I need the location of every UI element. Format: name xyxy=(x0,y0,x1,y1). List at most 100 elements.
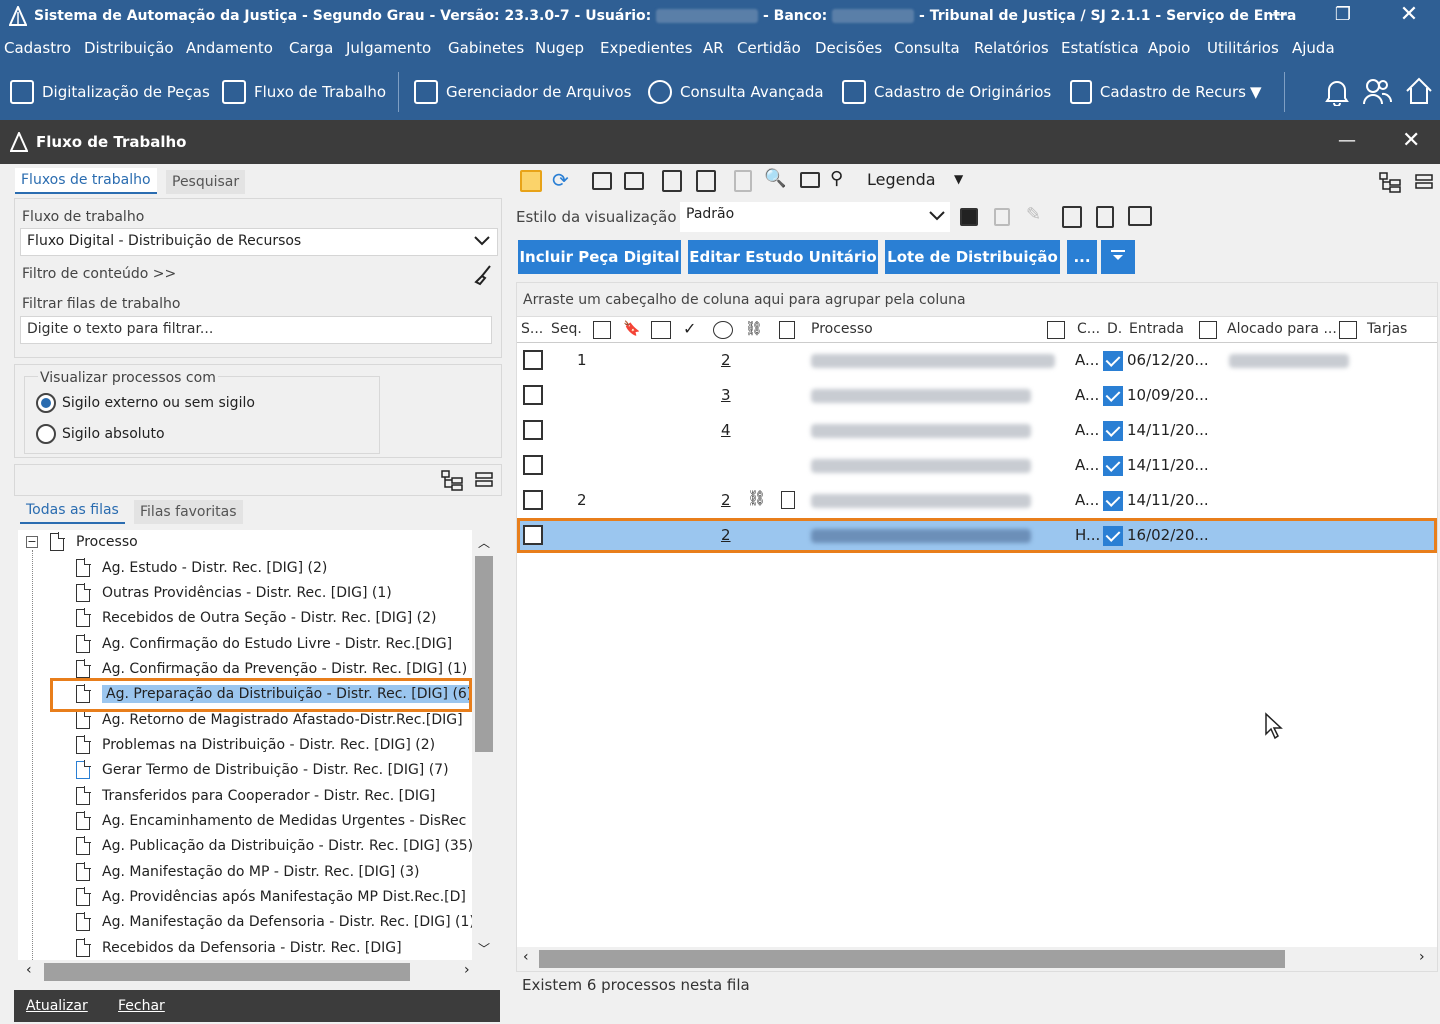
toolbar-digitalizacao[interactable]: Digitalização de Peças xyxy=(10,76,210,108)
collapse-node-button[interactable]: − xyxy=(26,536,38,548)
copy-icon[interactable] xyxy=(592,172,612,190)
col-alocado-filter-button[interactable] xyxy=(1339,321,1357,339)
row-checkbox[interactable] xyxy=(523,420,543,440)
excel-icon[interactable] xyxy=(1062,206,1082,228)
users-icon[interactable] xyxy=(1362,76,1393,110)
tree-item[interactable]: Ag. Encaminhamento de Medidas Urgentes -… xyxy=(76,809,466,833)
tree-item[interactable]: Transferidos para Cooperador - Distr. Re… xyxy=(76,784,435,808)
link-column-icon[interactable]: ⛓ xyxy=(745,321,763,337)
col-s[interactable]: S... xyxy=(521,321,543,345)
menu-estatistica[interactable]: Estatística xyxy=(1061,39,1139,57)
filtrar-input[interactable]: Digite o texto para filtrar... xyxy=(20,316,492,344)
chevron-right-icon[interactable]: › xyxy=(464,962,470,978)
menu-consulta[interactable]: Consulta xyxy=(894,39,960,57)
row-d-checkbox[interactable] xyxy=(1103,351,1123,371)
tab-todas-filas[interactable]: Todas as filas xyxy=(20,498,125,524)
tree-item[interactable]: Problemas na Distribuição - Distr. Rec. … xyxy=(76,733,435,757)
col-seq-filter-button[interactable] xyxy=(593,321,611,339)
tree-item[interactable]: Gerar Termo de Distribuição - Distr. Rec… xyxy=(76,758,449,782)
tree-item[interactable]: Outras Providências - Distr. Rec. [DIG] … xyxy=(76,581,392,605)
row-checkbox[interactable] xyxy=(523,525,543,545)
row-checkbox[interactable] xyxy=(523,455,543,475)
row-d-checkbox[interactable] xyxy=(1103,491,1123,511)
table-row-selected[interactable]: 2 H... 16/02/20... xyxy=(517,518,1437,553)
row-checkbox[interactable] xyxy=(523,490,543,510)
atualizar-button[interactable]: Atualizar xyxy=(26,998,88,1014)
close-button[interactable]: ✕ xyxy=(1386,0,1432,34)
col-processo-filter-button[interactable] xyxy=(1047,321,1065,339)
list-document-icon[interactable] xyxy=(1096,206,1114,228)
tree-root-processo[interactable]: Processo xyxy=(50,530,138,554)
col-alocado[interactable]: Alocado para ... xyxy=(1227,321,1337,345)
row-d-checkbox[interactable] xyxy=(1103,526,1123,546)
save-icon[interactable] xyxy=(960,208,978,226)
row-num-link[interactable]: 2 xyxy=(721,351,731,369)
table-row[interactable]: 1 2 A... 06/12/20... xyxy=(517,343,1437,378)
table-row[interactable]: 2 2 ⛓ A... 14/11/20... xyxy=(517,483,1437,518)
table-row[interactable]: 3 A... 10/09/20... xyxy=(517,378,1437,413)
tree-horizontal-scrollbar[interactable]: ‹ › xyxy=(18,960,496,984)
bookmark-icon[interactable]: 🔖 xyxy=(623,321,640,337)
users-column-icon[interactable] xyxy=(713,321,733,339)
collapse-tree-icon[interactable] xyxy=(474,471,494,493)
group-by-area[interactable]: Arraste um cabeçalho de coluna aqui para… xyxy=(517,283,1437,317)
scrollbar-thumb[interactable] xyxy=(539,950,1285,968)
copy-column-icon[interactable] xyxy=(651,321,671,339)
lote-distribuicao-button[interactable]: Lote de Distribuição xyxy=(885,240,1060,274)
pin-search-icon[interactable]: ⚲ xyxy=(830,168,843,189)
menu-certidao[interactable]: Certidão xyxy=(737,39,801,57)
home-icon[interactable] xyxy=(1404,76,1434,110)
menu-distribuicao[interactable]: Distribuição xyxy=(84,39,174,57)
row-d-checkbox[interactable] xyxy=(1103,421,1123,441)
bell-icon[interactable] xyxy=(1324,78,1350,110)
restore-button[interactable]: ❐ xyxy=(1320,0,1366,34)
tree-item[interactable]: Ag. Confirmação do Estudo Livre - Distr.… xyxy=(76,632,452,656)
paste-icon[interactable] xyxy=(696,170,716,192)
chevron-down-icon[interactable]: ﹀ xyxy=(478,940,490,957)
row-num-link[interactable]: 4 xyxy=(721,421,731,439)
new-document-icon[interactable] xyxy=(520,170,542,192)
table-row[interactable]: A... 14/11/20... xyxy=(517,448,1437,483)
broom-icon[interactable] xyxy=(472,264,494,290)
estilo-select[interactable]: Padrão xyxy=(680,202,950,232)
tab-pesquisar[interactable]: Pesquisar xyxy=(166,170,246,194)
toolbar-consulta[interactable]: Consulta Avançada xyxy=(648,76,824,108)
comment-icon[interactable] xyxy=(800,172,820,188)
chevron-left-icon[interactable]: ‹ xyxy=(523,949,529,965)
row-checkbox[interactable] xyxy=(523,385,543,405)
scrollbar-thumb[interactable] xyxy=(44,963,410,981)
menu-gabinetes[interactable]: Gabinetes xyxy=(448,39,524,57)
row-num-link[interactable]: 3 xyxy=(721,386,731,404)
tree-item[interactable]: Ag. Publicação da Distribuição - Distr. … xyxy=(76,834,473,858)
filtro-conteudo-link[interactable]: Filtro de conteúdo >> xyxy=(22,266,176,282)
fechar-button[interactable]: Fechar xyxy=(118,998,165,1014)
legenda-dropdown[interactable]: Legenda xyxy=(867,170,936,189)
col-seq[interactable]: Seq. xyxy=(551,321,582,345)
toolbar-gerenciador[interactable]: Gerenciador de Arquivos xyxy=(414,76,631,108)
col-c[interactable]: C... xyxy=(1077,321,1100,345)
tab-filas-favoritas[interactable]: Filas favoritas xyxy=(134,500,243,524)
incluir-peca-button[interactable]: Incluir Peça Digital xyxy=(518,240,681,274)
tree-item[interactable]: Recebidos da Defensoria - Distr. Rec. [D… xyxy=(76,936,402,960)
menu-utilitarios[interactable]: Utilitários xyxy=(1207,39,1279,57)
tree-item[interactable]: Ag. Manifestação do MP - Distr. Rec. [DI… xyxy=(76,860,419,884)
expand-tree-icon[interactable] xyxy=(440,469,464,495)
search-document-icon[interactable]: 🔍 xyxy=(764,168,786,189)
menu-ajuda[interactable]: Ajuda xyxy=(1292,39,1335,57)
clipboard-icon[interactable] xyxy=(662,170,682,192)
check-column-icon[interactable]: ✓ xyxy=(683,319,696,338)
panel-close-button[interactable]: ✕ xyxy=(1402,128,1420,153)
col-tarjas[interactable]: Tarjas xyxy=(1367,321,1407,345)
toolbar-originarios[interactable]: Cadastro de Originários xyxy=(842,76,1051,108)
fluxo-select[interactable]: Fluxo Digital - Distribuição de Recursos xyxy=(20,228,498,256)
tree-vertical-scrollbar[interactable]: ︿ ﹀ xyxy=(472,530,496,960)
refresh-icon[interactable]: ⟳ xyxy=(552,168,569,192)
tree-item[interactable]: Ag. Providências após Manifestação MP Di… xyxy=(76,885,466,909)
row-checkbox[interactable] xyxy=(523,350,543,370)
col-d[interactable]: D. xyxy=(1107,321,1122,345)
menu-cadastro[interactable]: Cadastro xyxy=(4,39,71,57)
radio-sigilo-absoluto[interactable] xyxy=(36,424,56,444)
editar-estudo-button[interactable]: Editar Estudo Unitário xyxy=(688,240,878,274)
toolbar-more-button[interactable]: ▼ xyxy=(1250,76,1262,108)
minimize-button[interactable]: — xyxy=(1256,0,1302,34)
